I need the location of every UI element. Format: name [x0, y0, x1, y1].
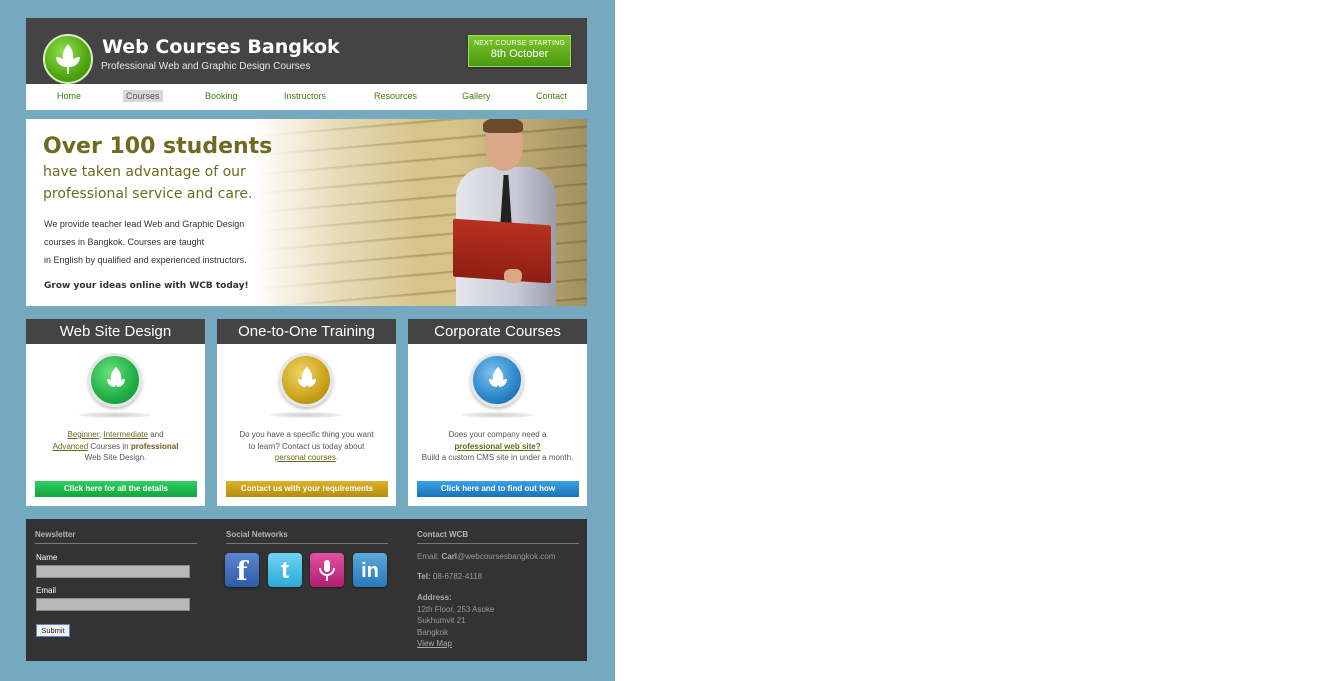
contact-requirements-button[interactable]: Contact us with your requirements — [226, 481, 388, 497]
box-text-period: . — [335, 453, 339, 462]
hero-subline-1: have taken advantage of our — [43, 164, 246, 180]
address-line-3: Bangkok — [417, 628, 449, 637]
facebook-icon[interactable]: f — [225, 553, 259, 587]
hero-person-folder — [453, 218, 551, 284]
hero-cta-text: Grow your ideas online with WCB today! — [44, 281, 249, 291]
beginner-link[interactable]: Beginner — [67, 430, 99, 439]
email-field[interactable] — [36, 598, 190, 611]
nav-item-contact[interactable]: Contact — [536, 91, 567, 101]
podcast-icon[interactable] — [310, 553, 344, 587]
gold-leaf-badge-icon — [279, 353, 333, 407]
site-header: Web Courses Bangkok Professional Web and… — [26, 18, 587, 84]
newsletter-title: Newsletter — [35, 530, 76, 539]
feature-box-description: Does your company need a professional we… — [412, 429, 583, 464]
leaf-logo-icon[interactable] — [43, 34, 93, 84]
box-text-line-1: Does your company need a — [448, 430, 547, 439]
contact-title: Contact WCB — [417, 530, 469, 539]
contact-divider — [417, 543, 579, 544]
intermediate-link[interactable]: Intermediate — [104, 430, 148, 439]
feature-box-description: Do you have a specific thing you want to… — [221, 429, 392, 464]
green-leaf-badge-icon — [88, 353, 142, 407]
name-field[interactable] — [36, 565, 190, 578]
hero-subline-2: professional service and care. — [43, 186, 253, 202]
social-networks-title: Social Networks — [226, 530, 288, 539]
social-divider — [226, 543, 388, 544]
box-text-and: and — [147, 430, 164, 439]
email-label-text: Email: — [417, 552, 440, 561]
next-course-date: 8th October — [490, 48, 549, 60]
address-line-2: Sukhumvit 21 — [417, 616, 466, 625]
next-course-badge[interactable]: NEXT COURSE STARTING 8th October — [468, 35, 571, 67]
box-text-line-2: to learn? Contact us today about — [248, 441, 365, 451]
linkedin-icon[interactable]: in — [353, 553, 387, 587]
feature-box-title: Web Site Design — [26, 319, 205, 344]
tel-label: Tel: — [417, 572, 431, 581]
feature-box-title: One-to-One Training — [217, 319, 396, 344]
feature-box-description: Beginner, Intermediate and Advanced Cour… — [30, 429, 201, 464]
details-button[interactable]: Click here for all the details — [35, 481, 197, 497]
view-map-link[interactable]: View Map — [417, 639, 452, 648]
next-course-label: NEXT COURSE STARTING — [473, 40, 566, 47]
nav-item-instructors[interactable]: Instructors — [284, 91, 326, 101]
hero-person-hand — [504, 269, 522, 283]
blue-leaf-badge-icon — [470, 353, 524, 407]
address-label-text: Address: — [417, 593, 452, 602]
nav-item-courses[interactable]: Courses — [123, 90, 163, 102]
personal-courses-link[interactable]: personal courses — [275, 453, 336, 462]
tel-number: 08-6782-4118 — [432, 572, 483, 581]
submit-button[interactable]: Submit — [36, 624, 70, 637]
feature-box-corporate-courses: Corporate Courses Does your company need… — [408, 319, 587, 506]
email-domain: @webcoursesbangkok.com — [457, 552, 556, 561]
badge-shadow — [270, 412, 342, 418]
box-text-web-site-design: Web Site Design. — [84, 453, 147, 462]
hero-paragraph-line-1: We provide teacher lead Web and Graphic … — [44, 219, 245, 229]
hero-paragraph-line-3: in English by qualified and experienced … — [44, 255, 247, 265]
site-title: Web Courses Bangkok — [102, 36, 340, 58]
hero-person-hair — [483, 119, 523, 133]
box-text-line-1: Do you have a specific thing you want — [239, 430, 374, 439]
address-line-1: 12th Floor, 253 Asoke — [417, 605, 495, 614]
professional-web-site-link[interactable]: professional web site? — [454, 442, 540, 451]
find-out-how-button[interactable]: Click here and to find out how — [417, 481, 579, 497]
name-label: Name — [36, 553, 58, 562]
badge-shadow — [79, 412, 151, 418]
hero-banner: Over 100 students have taken advantage o… — [26, 119, 587, 306]
hero-paragraph-line-2: courses in Bangkok. Courses are taught — [44, 237, 205, 247]
hero-headline: Over 100 students — [43, 134, 273, 159]
view-map-link-row: View Map — [417, 639, 452, 648]
newsletter-divider — [35, 543, 197, 544]
email-user: Carl — [441, 552, 458, 561]
box-text-courses-in: Courses in — [88, 441, 131, 451]
twitter-icon[interactable]: t — [268, 553, 302, 587]
email-label: Email — [36, 586, 57, 595]
contact-email: Email: Carl@webcoursesbangkok.com — [417, 552, 555, 561]
box-text-professional: professional — [130, 441, 179, 451]
main-nav: Home Courses Booking Instructors Resourc… — [26, 84, 587, 110]
nav-item-home[interactable]: Home — [57, 91, 81, 101]
box-text-line-2: Build a custom CMS site in under a month… — [421, 453, 574, 462]
feature-box-web-site-design: Web Site Design Beginner, Intermediate a… — [26, 319, 205, 506]
badge-shadow — [461, 412, 533, 418]
nav-item-resources[interactable]: Resources — [374, 91, 417, 101]
address-label: Address: — [417, 593, 452, 602]
contact-tel: Tel: 08-6782-4118 — [417, 572, 482, 581]
nav-item-booking[interactable]: Booking — [205, 91, 238, 101]
nav-item-gallery[interactable]: Gallery — [462, 91, 491, 101]
advanced-link[interactable]: Advanced — [53, 442, 89, 451]
feature-box-title: Corporate Courses — [408, 319, 587, 344]
site-footer: Newsletter Name Email Submit Social Netw… — [26, 519, 587, 661]
feature-box-one-to-one-training: One-to-One Training Do you have a specif… — [217, 319, 396, 506]
site-subtitle: Professional Web and Graphic Design Cour… — [101, 61, 311, 72]
